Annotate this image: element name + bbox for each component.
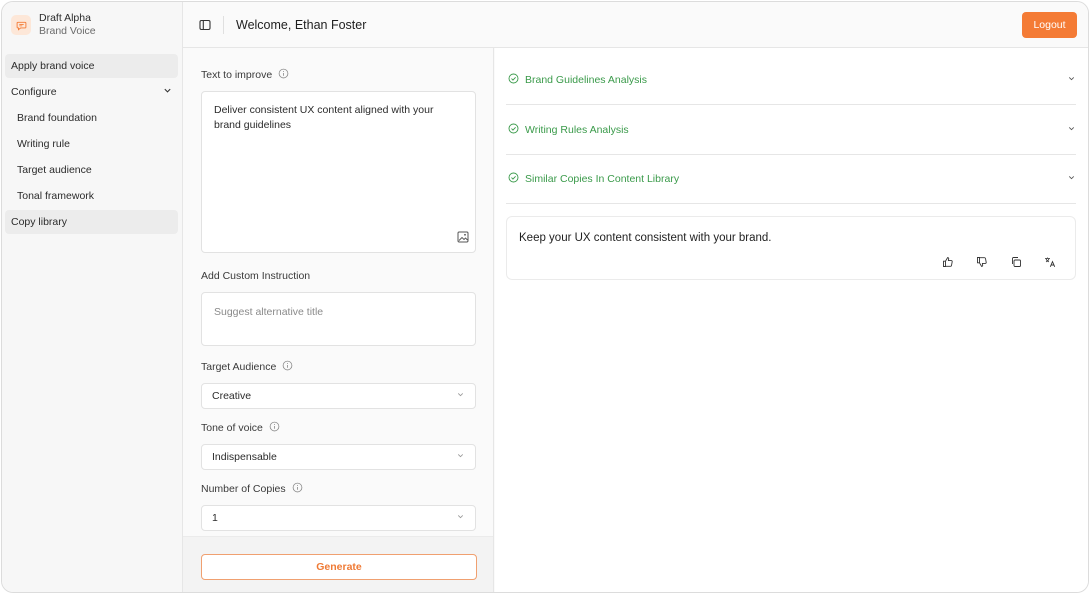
input-form: Text to improve Deliver consistent UX co… bbox=[183, 48, 493, 536]
image-upload-icon[interactable] bbox=[457, 231, 469, 248]
result-actions bbox=[941, 255, 1057, 269]
chevron-down-icon bbox=[1067, 173, 1076, 185]
field-label-text: Number of Copies bbox=[201, 483, 286, 495]
brand-subtitle: Brand Voice bbox=[39, 25, 96, 37]
accordion-title: Writing Rules Analysis bbox=[525, 123, 629, 136]
tone-of-voice-value: Indispensable bbox=[212, 451, 277, 463]
result-text: Keep your UX content consistent with you… bbox=[519, 232, 772, 244]
target-audience-value: Creative bbox=[212, 390, 252, 402]
translate-icon[interactable] bbox=[1043, 255, 1057, 269]
number-of-copies-value: 1 bbox=[212, 512, 218, 524]
copy-icon[interactable] bbox=[1009, 255, 1023, 269]
input-panel: Text to improve Deliver consistent UX co… bbox=[183, 48, 494, 592]
sidebar-item-configure[interactable]: Configure bbox=[5, 80, 178, 104]
chevron-down-icon bbox=[1067, 74, 1076, 86]
sidebar-item-label: Writing rule bbox=[17, 138, 70, 150]
text-to-improve-value: Deliver consistent UX content aligned wi… bbox=[214, 104, 434, 131]
custom-instruction-label: Add Custom Instruction bbox=[201, 269, 476, 283]
sidebar: Draft Alpha Brand Voice Apply brand voic… bbox=[2, 2, 183, 592]
generate-bar: Generate bbox=[183, 536, 493, 592]
chevron-down-icon bbox=[456, 512, 465, 524]
check-circle-icon bbox=[508, 172, 519, 186]
thumbs-up-icon[interactable] bbox=[941, 255, 955, 269]
sidebar-item-tonal-framework[interactable]: Tonal framework bbox=[5, 184, 178, 208]
sidebar-item-label: Copy library bbox=[11, 216, 68, 228]
sidebar-item-label: Configure bbox=[11, 86, 57, 98]
header-divider bbox=[223, 15, 224, 34]
sidebar-toggle-icon[interactable] bbox=[197, 17, 213, 33]
top-header: Welcome, Ethan Foster Logout bbox=[183, 2, 1088, 48]
check-circle-icon bbox=[508, 123, 519, 137]
logout-button[interactable]: Logout bbox=[1022, 11, 1077, 38]
sidebar-item-writing-rule[interactable]: Writing rule bbox=[5, 132, 178, 156]
sidebar-item-label: Apply brand voice bbox=[11, 60, 95, 72]
results-panel: Brand Guidelines Analysis Writing Rules … bbox=[495, 48, 1088, 592]
accordion-brand-guidelines-analysis[interactable]: Brand Guidelines Analysis bbox=[506, 55, 1076, 105]
info-icon[interactable] bbox=[278, 68, 289, 82]
info-icon[interactable] bbox=[282, 360, 293, 374]
sidebar-item-label: Target audience bbox=[17, 164, 92, 176]
chevron-down-icon bbox=[456, 451, 465, 463]
chevron-down-icon bbox=[163, 86, 172, 98]
generate-button[interactable]: Generate bbox=[201, 554, 477, 580]
tone-of-voice-label: Tone of voice bbox=[201, 421, 476, 435]
target-audience-label: Target Audience bbox=[201, 360, 476, 374]
sidebar-item-label: Brand foundation bbox=[17, 112, 97, 124]
info-icon[interactable] bbox=[292, 482, 303, 496]
thumbs-down-icon[interactable] bbox=[975, 255, 989, 269]
field-label-text: Target Audience bbox=[201, 361, 277, 373]
sidebar-item-label: Tonal framework bbox=[17, 190, 95, 202]
target-audience-select[interactable]: Creative bbox=[201, 383, 476, 409]
field-label-text: Tone of voice bbox=[201, 422, 263, 434]
app-window: Draft Alpha Brand Voice Apply brand voic… bbox=[1, 1, 1089, 593]
chevron-down-icon bbox=[1067, 124, 1076, 136]
brand-header: Draft Alpha Brand Voice bbox=[2, 2, 182, 48]
brand-title: Draft Alpha bbox=[39, 12, 91, 24]
accordion-writing-rules-analysis[interactable]: Writing Rules Analysis bbox=[506, 105, 1076, 155]
accordion-similar-copies[interactable]: Similar Copies In Content Library bbox=[506, 154, 1076, 204]
sidebar-item-target-audience[interactable]: Target audience bbox=[5, 158, 178, 182]
number-of-copies-select[interactable]: 1 bbox=[201, 505, 476, 531]
text-to-improve-input[interactable]: Deliver consistent UX content aligned wi… bbox=[201, 91, 476, 253]
sidebar-nav: Apply brand voice Configure Brand founda… bbox=[2, 54, 182, 234]
accordion-title: Brand Guidelines Analysis bbox=[525, 73, 647, 86]
field-label-text: Text to improve bbox=[201, 69, 273, 81]
sidebar-item-brand-foundation[interactable]: Brand foundation bbox=[5, 106, 178, 130]
tone-of-voice-select[interactable]: Indispensable bbox=[201, 444, 476, 470]
field-label-text: Add Custom Instruction bbox=[201, 270, 311, 282]
info-icon[interactable] bbox=[269, 421, 280, 435]
sidebar-item-apply-brand-voice[interactable]: Apply brand voice bbox=[5, 54, 178, 78]
chat-bubble-icon bbox=[11, 15, 31, 35]
check-circle-icon bbox=[508, 73, 519, 87]
chevron-down-icon bbox=[456, 390, 465, 402]
number-of-copies-label: Number of Copies bbox=[201, 482, 476, 496]
accordion-title: Similar Copies In Content Library bbox=[525, 172, 680, 185]
custom-instruction-placeholder: Suggest alternative title bbox=[214, 306, 324, 318]
text-to-improve-label: Text to improve bbox=[201, 68, 476, 82]
result-card: Keep your UX content consistent with you… bbox=[506, 216, 1076, 280]
welcome-message: Welcome, Ethan Foster bbox=[236, 17, 367, 32]
sidebar-item-copy-library[interactable]: Copy library bbox=[5, 210, 178, 234]
custom-instruction-input[interactable]: Suggest alternative title bbox=[201, 292, 476, 346]
